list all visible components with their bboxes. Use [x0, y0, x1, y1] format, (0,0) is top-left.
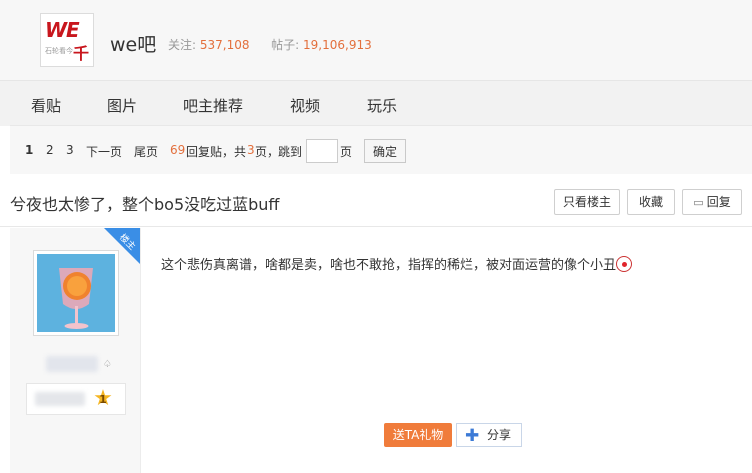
forum-name[interactable]: we吧: [110, 30, 156, 57]
reply-label: 回复贴，共: [186, 145, 247, 159]
tab-fun[interactable]: 玩乐: [367, 95, 397, 116]
forum-stats: 关注: 537,108 帖子: 19,106,913: [168, 36, 372, 53]
clown-emoji-icon: [616, 256, 633, 272]
follow-count: 537,108: [199, 38, 250, 52]
forum-logo-subtext: 石轮看今: [45, 47, 73, 55]
forum-header: WE 石轮看今 千 we吧 关注: 537,108 帖子: 19,106,913: [0, 0, 752, 80]
follow-label: 关注:: [168, 38, 197, 52]
gender-icon: ♤: [103, 359, 112, 370]
level-number: 1: [99, 393, 107, 406]
author-panel: ♤ ★ 1: [10, 228, 141, 473]
page-current: 1: [25, 143, 34, 157]
page-unit-label: 页: [340, 145, 353, 159]
page-link-3[interactable]: 3: [66, 143, 74, 157]
tab-recommended[interactable]: 吧主推荐: [183, 95, 243, 116]
reply-button-label: 回复: [706, 195, 731, 209]
forum-logo[interactable]: WE 石轮看今 千: [40, 13, 94, 67]
next-page-link[interactable]: 下一页: [86, 143, 122, 160]
post-content: 这个悲伤真离谱，啥都是卖，啥也不敢抢，指挥的稀烂，被对面运营的像个小丑: [161, 254, 633, 273]
level-title-blurred: [35, 392, 85, 406]
avatar-image: [37, 254, 115, 332]
pages-suffix: 页，: [255, 145, 280, 159]
comment-icon: ▭: [693, 196, 704, 209]
jump-page-input[interactable]: [306, 139, 338, 163]
level-box: ★ 1: [26, 383, 126, 415]
page-link-2[interactable]: 2: [46, 143, 54, 157]
post-text: 这个悲伤真离谱，啥都是卖，啥也不敢抢，指挥的稀烂，被对面运营的像个小丑: [161, 258, 617, 273]
posts-label: 帖子:: [271, 38, 300, 52]
favorite-button[interactable]: 收藏: [627, 189, 675, 215]
tab-videos[interactable]: 视频: [290, 95, 320, 116]
share-button[interactable]: ✚ 分享: [456, 423, 522, 447]
forum-logo-char: 千: [72, 44, 89, 63]
posts-count: 19,106,913: [303, 38, 372, 52]
send-gift-button[interactable]: 送TA礼物: [384, 423, 452, 447]
reply-count: 69: [170, 143, 186, 157]
reply-button[interactable]: ▭ 回复: [682, 189, 742, 215]
jump-label: 跳到: [278, 145, 303, 159]
tab-posts[interactable]: 看贴: [31, 95, 61, 116]
thread-header: 兮夜也太惨了，整个bo5没吃过蓝buff 只看楼主 收藏 ▭ 回复: [0, 174, 752, 227]
jump-confirm-button[interactable]: 确定: [364, 139, 406, 163]
share-label: 分享: [487, 428, 512, 442]
pagination: 1 2 3 下一页 尾页 69 回复贴，共 3 页， 跳到 页 确定: [10, 125, 752, 174]
drink-glass-icon: [37, 254, 115, 332]
forum-logo-text: WE: [45, 18, 80, 42]
only-op-button[interactable]: 只看楼主: [554, 189, 620, 215]
plus-icon: ✚: [465, 426, 480, 446]
forum-nav-tabs: 看贴 图片 吧主推荐 视频 玩乐: [0, 80, 752, 126]
tab-images[interactable]: 图片: [107, 95, 137, 116]
last-page-link[interactable]: 尾页: [134, 143, 158, 160]
username-blurred[interactable]: [46, 356, 98, 372]
total-pages: 3: [247, 143, 255, 157]
thread-title: 兮夜也太惨了，整个bo5没吃过蓝buff: [10, 195, 280, 214]
